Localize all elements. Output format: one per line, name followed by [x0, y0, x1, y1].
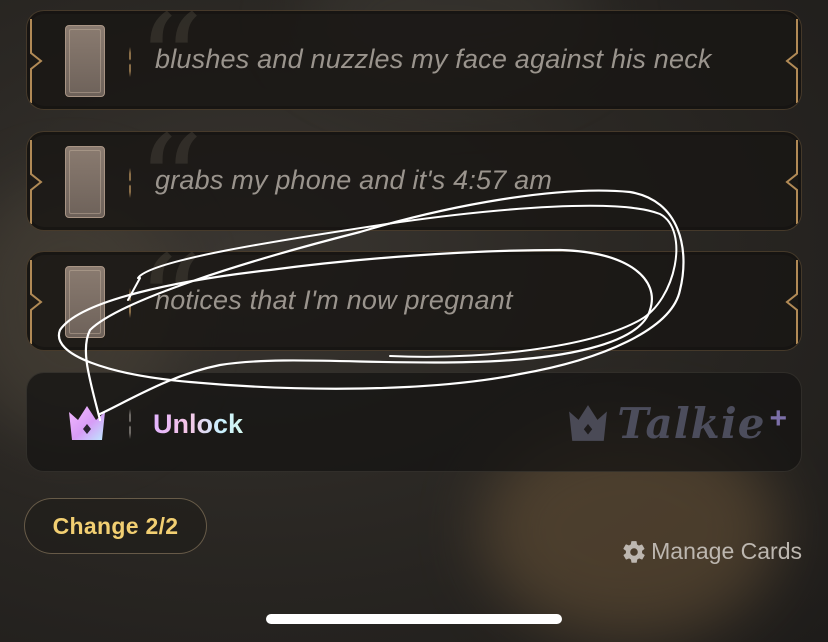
separator	[129, 168, 131, 198]
card-text: notices that I'm now pregnant	[155, 285, 513, 315]
unlock-label: Unlock	[153, 409, 244, 439]
choice-card[interactable]: “ grabs my phone and it's 4:57 am	[26, 131, 802, 231]
brand-plus: +	[769, 402, 787, 435]
tarot-card-icon	[65, 266, 105, 338]
card-edge-ornament	[785, 260, 798, 344]
choice-card[interactable]: “ notices that I'm now pregnant	[26, 251, 802, 351]
tarot-card-icon	[65, 146, 105, 218]
manage-cards-button[interactable]: Manage Cards	[621, 538, 802, 565]
card-text: blushes and nuzzles my face against his …	[155, 44, 712, 74]
home-indicator[interactable]	[266, 614, 562, 624]
separator	[129, 409, 131, 439]
crown-icon	[69, 406, 105, 440]
card-edge-ornament	[30, 19, 43, 103]
choice-card[interactable]: “ blushes and nuzzles my face against hi…	[26, 10, 802, 110]
card-edge-ornament	[30, 140, 43, 224]
separator	[129, 47, 131, 77]
gear-icon	[623, 540, 645, 563]
change-button[interactable]: Change 2/2	[24, 498, 207, 554]
card-text: grabs my phone and it's 4:57 am	[155, 165, 553, 195]
card-edge-ornament	[785, 140, 798, 224]
brand-crown-icon	[569, 405, 608, 441]
tarot-card-icon	[65, 25, 105, 97]
card-edge-ornament	[30, 260, 43, 344]
brand-name: Talkie	[617, 398, 766, 448]
separator	[129, 288, 131, 318]
talkie-plus-logo: Talkie +	[567, 397, 787, 449]
card-edge-ornament	[785, 19, 798, 103]
manage-cards-label: Manage Cards	[651, 538, 802, 564]
unlock-card[interactable]: Unlock Talkie +	[26, 372, 802, 472]
